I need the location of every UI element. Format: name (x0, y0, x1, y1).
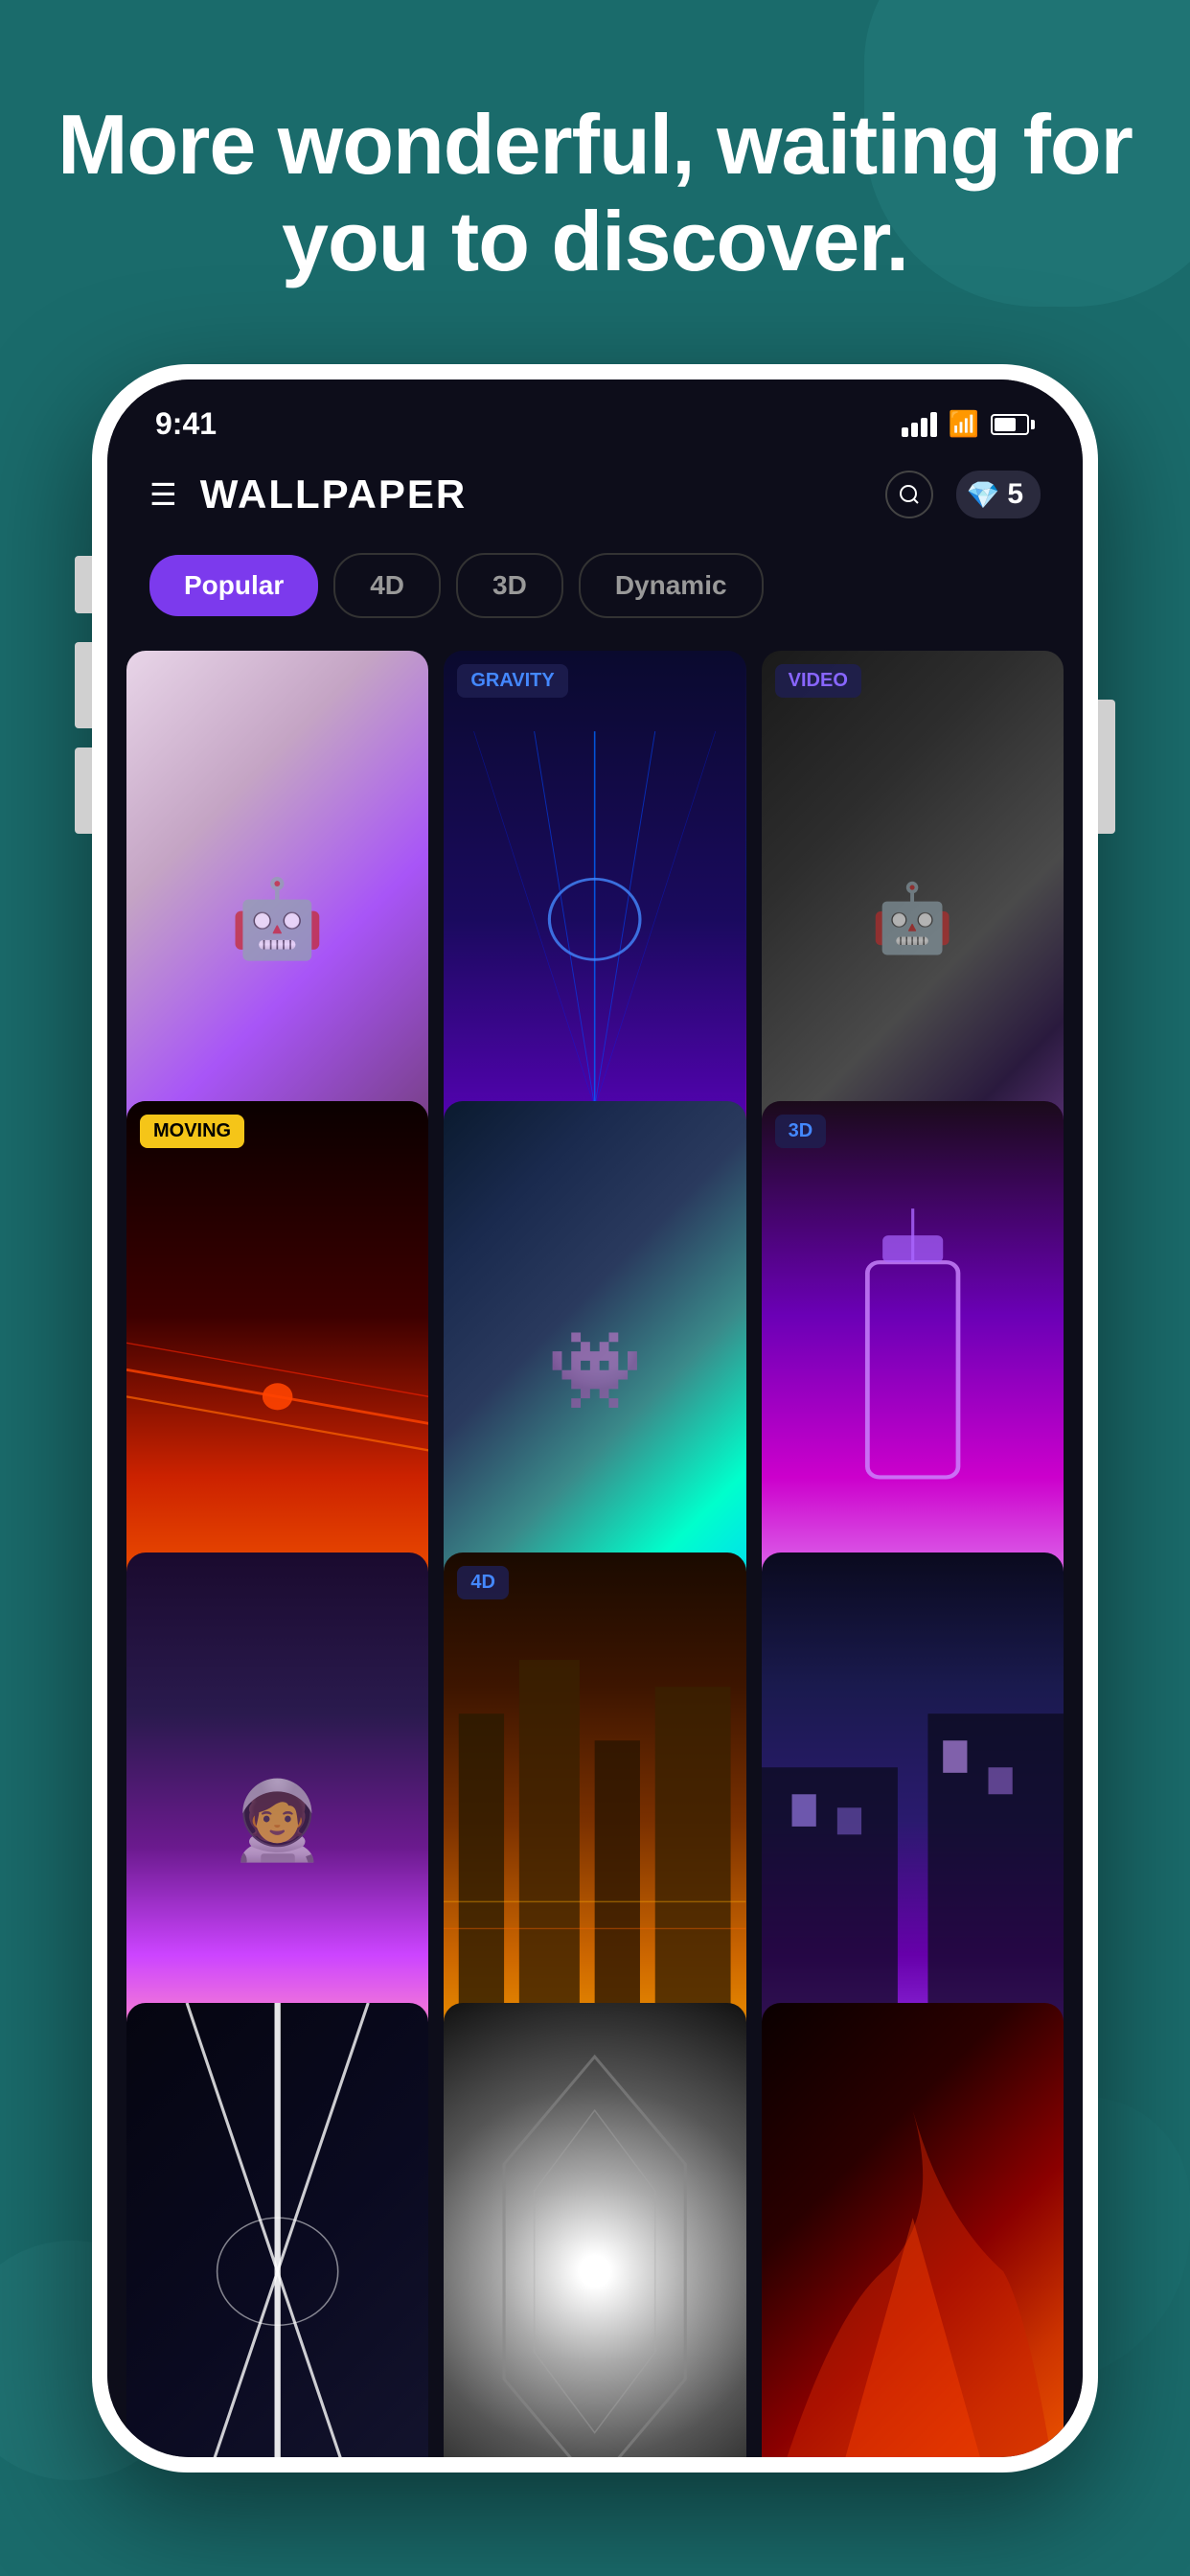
header-actions: 💎 5 (885, 471, 1041, 518)
phone-button-volume-down (75, 642, 92, 728)
phone-button-power (1098, 700, 1115, 834)
app-header: ☰ WALLPAPER 💎 5 (107, 451, 1083, 538)
hero-text: More wonderful, waiting for you to disco… (57, 96, 1133, 289)
menu-icon[interactable]: ☰ (149, 476, 177, 513)
tab-3d[interactable]: 3D (456, 553, 563, 618)
wifi-icon: 📶 (949, 409, 979, 439)
signal-bar-3 (921, 418, 927, 437)
phone-button-silent (75, 748, 92, 834)
badge-video: VIDEO (775, 664, 861, 698)
tab-4d[interactable]: 4D (333, 553, 441, 618)
app-title: WALLPAPER (200, 472, 886, 518)
status-icons: 📶 (902, 409, 1035, 439)
phone-button-volume-up (75, 556, 92, 613)
wallpaper-grid: 🤖 Science fiction ... (107, 641, 1083, 2457)
badge-4d: 4D (457, 1566, 509, 1599)
signal-bar-1 (902, 427, 908, 437)
search-icon (898, 483, 921, 506)
phone-mockup: 9:41 📶 (92, 364, 1098, 2472)
signal-bar-2 (911, 423, 918, 437)
phone-screen: 9:41 📶 (107, 380, 1083, 2457)
wallpaper-card-10[interactable] (126, 2003, 428, 2457)
badge-3d: 3D (775, 1115, 827, 1148)
category-tabs: Popular 4D 3D Dynamic (107, 538, 1083, 641)
gems-badge[interactable]: 💎 5 (956, 471, 1041, 518)
gem-icon: 💎 (966, 479, 999, 511)
tab-popular[interactable]: Popular (149, 555, 318, 616)
status-time: 9:41 (155, 406, 217, 442)
gem-count: 5 (1007, 478, 1023, 511)
signal-bar-4 (930, 412, 937, 437)
badge-moving: MOVING (140, 1115, 244, 1148)
wallpaper-card-12[interactable] (762, 2003, 1064, 2457)
wallpaper-card-11[interactable] (444, 2003, 745, 2457)
tab-dynamic[interactable]: Dynamic (579, 553, 764, 618)
signal-icon (902, 412, 937, 437)
status-bar: 9:41 📶 (107, 380, 1083, 451)
badge-gravity: GRAVITY (457, 664, 567, 698)
search-button[interactable] (885, 471, 933, 518)
phone-outer: 9:41 📶 (92, 364, 1098, 2472)
battery-icon (991, 414, 1035, 435)
